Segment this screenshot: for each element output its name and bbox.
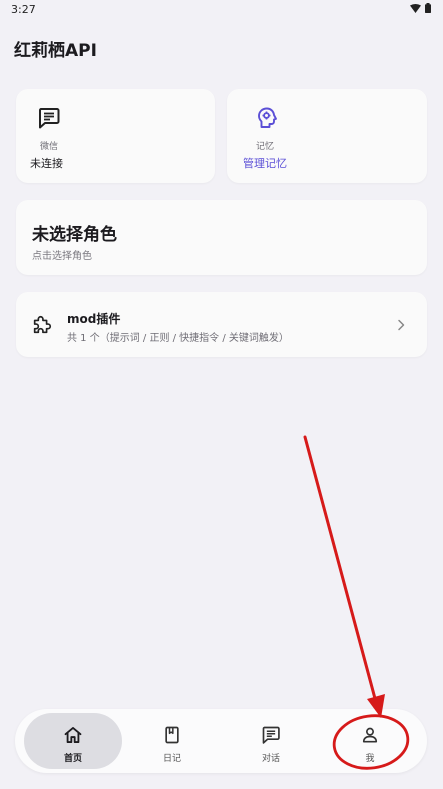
battery-icon: [425, 3, 431, 13]
wechat-caption: 微信: [40, 142, 59, 152]
chevron-right-icon: [398, 319, 405, 331]
brain-gear-icon: [258, 107, 277, 128]
wechat-status: 未连接: [30, 157, 63, 170]
nav-item-me[interactable]: 我: [321, 713, 419, 769]
chat-icon: [262, 726, 280, 744]
chat-icon: [39, 108, 60, 129]
nav-label-home: 首页: [63, 754, 82, 764]
memory-card[interactable]: 记忆 管理记忆: [227, 89, 427, 183]
nav-item-chat[interactable]: 对话: [222, 713, 320, 769]
wechat-card[interactable]: 微信 未连接: [16, 89, 215, 183]
wifi-icon: [410, 3, 421, 13]
nav-label-me: 我: [365, 754, 375, 764]
nav-item-home[interactable]: 首页: [24, 713, 122, 769]
bottom-nav: 首页 日记 对话 我: [15, 709, 427, 773]
person-icon: [362, 727, 378, 743]
annotation-arrow-line: [303, 435, 379, 708]
role-title: 未选择角色: [32, 225, 117, 245]
role-card[interactable]: 未选择角色 点击选择角色: [16, 200, 427, 275]
manage-memory-link[interactable]: 管理记忆: [243, 155, 287, 171]
app-title: 红莉栖API: [14, 41, 97, 61]
mod-subtitle: 共 1 个（提示词 / 正则 / 快捷指令 / 关键词触发）: [67, 333, 289, 344]
nav-item-diary[interactable]: 日记: [123, 713, 221, 769]
mod-title: mod插件: [67, 312, 121, 326]
puzzle-icon: [33, 315, 52, 334]
nav-label-chat: 对话: [261, 754, 280, 764]
book-icon: [165, 726, 179, 744]
status-bar: 3:27: [0, 0, 443, 18]
nav-label-diary: 日记: [162, 754, 181, 764]
mod-plugin-card[interactable]: mod插件 共 1 个（提示词 / 正则 / 快捷指令 / 关键词触发）: [16, 292, 427, 357]
memory-caption: 记忆: [256, 142, 275, 152]
status-icons: [410, 3, 431, 13]
status-time: 3:27: [11, 3, 36, 16]
role-subtitle: 点击选择角色: [32, 251, 92, 262]
home-icon: [64, 727, 82, 743]
